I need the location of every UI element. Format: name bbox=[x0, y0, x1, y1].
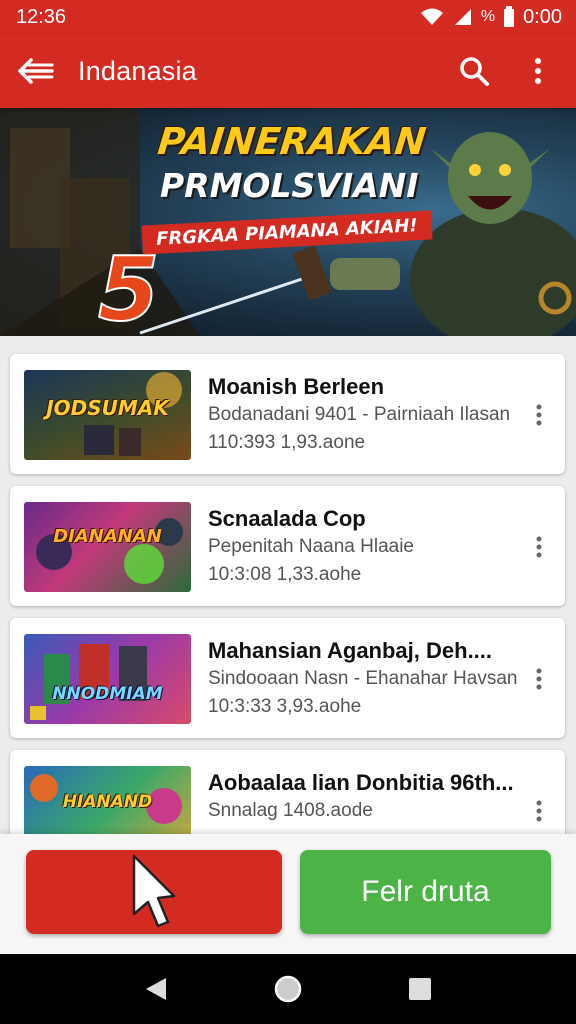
more-vert-icon bbox=[536, 536, 542, 558]
more-vert-icon bbox=[536, 404, 542, 426]
more-vert-icon bbox=[536, 668, 542, 690]
list-item[interactable]: DIANANAN Scnaalada Cop Pepenitah Naana H… bbox=[10, 486, 565, 606]
nav-recents-icon bbox=[409, 978, 431, 1000]
item-menu-button[interactable] bbox=[527, 400, 551, 430]
back-arrow-icon bbox=[18, 58, 54, 84]
search-icon bbox=[460, 57, 489, 86]
game-subtitle: Snnalag 1408.aode bbox=[208, 800, 373, 821]
game-name: Mahansian Aganbaj, Deh.... bbox=[208, 638, 493, 663]
system-nav-bar bbox=[0, 954, 576, 1024]
thumbnail-title: DIANANAN bbox=[53, 526, 162, 547]
status-icons: % 0:00 bbox=[419, 6, 562, 29]
game-thumbnail: NNODMIAM bbox=[24, 634, 191, 724]
signal-icon bbox=[453, 7, 473, 27]
nav-back-icon bbox=[146, 978, 166, 1000]
back-button[interactable] bbox=[16, 51, 56, 91]
nav-home-button[interactable] bbox=[266, 967, 310, 1011]
status-time: 12:36 bbox=[16, 5, 67, 28]
banner-headline-1: PAINERAKAN bbox=[155, 120, 429, 163]
promo-banner[interactable]: 5 PAINERAKAN PRMOLSVIANI FRGKAA PIAMANA … bbox=[0, 108, 576, 336]
battery-icon bbox=[503, 6, 515, 28]
page-title: Indanasia bbox=[78, 55, 197, 86]
overflow-menu-button[interactable] bbox=[516, 49, 560, 93]
battery-percent: % bbox=[480, 8, 496, 25]
nav-recents-button[interactable] bbox=[398, 967, 442, 1011]
item-menu-button[interactable] bbox=[527, 664, 551, 694]
game-subtitle: Pepenitah Naana Hlaaie bbox=[208, 536, 414, 557]
primary-action-button[interactable] bbox=[26, 850, 282, 934]
banner-headline-2: PRMOLSVIANI bbox=[160, 166, 419, 205]
game-name: Scnaalada Cop bbox=[208, 506, 366, 531]
game-name: Aobaalaa lian Donbitia 96th... bbox=[208, 770, 514, 795]
item-menu-button[interactable] bbox=[527, 796, 551, 826]
nav-home-icon bbox=[274, 975, 302, 1003]
game-meta: 10:3:33 3,93.aohe bbox=[208, 696, 362, 717]
more-vert-icon bbox=[536, 800, 542, 822]
game-meta: 110:393 1,93.aone bbox=[208, 432, 366, 453]
list-item[interactable]: JODSUMAK Moanish Berleen Bodanadani 9401… bbox=[10, 354, 565, 474]
action-bar: Felr druta bbox=[0, 834, 576, 954]
app-bar: Indanasia bbox=[0, 34, 576, 108]
game-thumbnail: DIANANAN bbox=[24, 502, 191, 592]
thumbnail-title: HIANAND bbox=[62, 792, 153, 812]
thumbnail-title: JODSUMAK bbox=[46, 396, 169, 420]
nav-back-button[interactable] bbox=[134, 967, 178, 1011]
game-thumbnail: JODSUMAK bbox=[24, 370, 191, 460]
item-menu-button[interactable] bbox=[527, 532, 551, 562]
battery-time: 0:00 bbox=[523, 5, 562, 28]
list-item[interactable]: NNODMIAM Mahansian Aganbaj, Deh.... Sind… bbox=[10, 618, 565, 738]
cursor-pointer-icon bbox=[132, 854, 176, 928]
game-name: Moanish Berleen bbox=[208, 374, 385, 399]
wifi-icon bbox=[419, 7, 445, 27]
more-vert-icon bbox=[535, 58, 541, 84]
thumbnail-title: NNODMIAM bbox=[52, 684, 163, 704]
game-subtitle: Bodanadani 9401 - Pairniaah Ilasan bbox=[208, 404, 511, 425]
game-subtitle: Sindooaan Nasn - Ehanahar Havsan bbox=[208, 668, 518, 689]
status-bar: 12:36 % 0:00 bbox=[0, 0, 576, 34]
secondary-action-button[interactable]: Felr druta bbox=[300, 850, 551, 934]
search-button[interactable] bbox=[452, 49, 496, 93]
game-meta: 10:3:08 1,33.aohe bbox=[208, 564, 362, 585]
